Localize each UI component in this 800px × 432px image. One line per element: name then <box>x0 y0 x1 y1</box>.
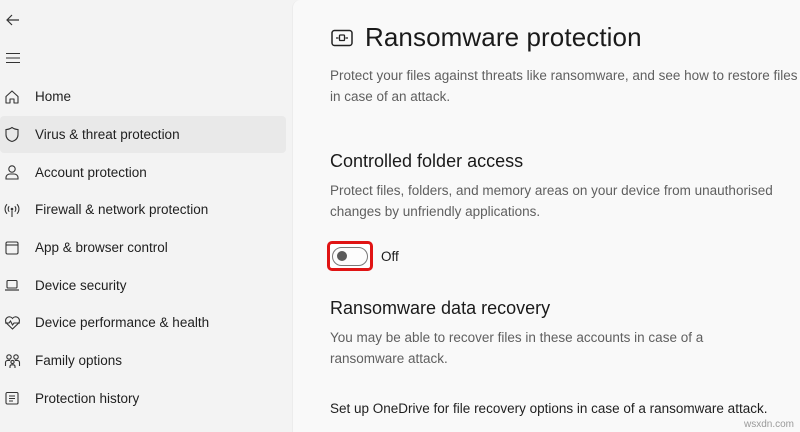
home-icon <box>2 87 22 107</box>
sidebar-item-label: Home <box>35 89 72 105</box>
data-recovery-description: You may be able to recover files in thes… <box>330 330 704 366</box>
back-button[interactable] <box>4 12 22 28</box>
controlled-folder-access-heading: Controlled folder access <box>330 151 524 171</box>
sidebar-item-label: Protection history <box>35 390 140 406</box>
heart-pulse-icon <box>2 313 22 333</box>
sidebar: Home Virus & threat protection Account p… <box>0 0 292 432</box>
laptop-icon <box>2 275 22 295</box>
main-panel: Ransomware protection Protect your files… <box>292 0 800 432</box>
toggle-state-label: Off <box>381 248 399 264</box>
app-window-icon <box>2 238 22 258</box>
controlled-folder-access-toggle[interactable] <box>332 246 368 266</box>
sidebar-item-label: App & browser control <box>35 240 168 256</box>
page-header: Ransomware protection <box>331 22 642 53</box>
ransomware-shield-icon <box>331 28 355 48</box>
sidebar-item-label: Family options <box>35 353 123 369</box>
sidebar-item-label: Device security <box>35 277 127 293</box>
sidebar-item-label: Account protection <box>35 164 147 180</box>
windows-security-window: Home Virus & threat protection Account p… <box>0 0 800 432</box>
toggle-knob <box>337 251 347 261</box>
family-icon <box>2 351 22 371</box>
sidebar-item-label: Virus & threat protection <box>35 127 180 143</box>
back-arrow-icon <box>6 14 20 26</box>
history-icon <box>2 388 22 408</box>
sidebar-nav: Home Virus & threat protection Account p… <box>0 78 292 417</box>
hamburger-menu-icon <box>6 52 20 64</box>
antenna-icon <box>2 200 22 220</box>
sidebar-item-virus-threat-protection[interactable]: Virus & threat protection <box>0 115 286 154</box>
sidebar-item-app-browser-control[interactable]: App & browser control <box>0 229 292 267</box>
shield-icon <box>2 125 22 145</box>
intro-text: Protect your files against threats like … <box>330 68 798 104</box>
menu-button[interactable] <box>4 50 22 66</box>
controlled-folder-access-description: Protect files, folders, and memory areas… <box>330 183 773 219</box>
controlled-folder-access-toggle-row: Off <box>327 241 399 271</box>
sidebar-item-device-performance-health[interactable]: Device performance & health <box>0 304 292 342</box>
sidebar-item-device-security[interactable]: Device security <box>0 266 292 304</box>
sidebar-item-label: Firewall & network protection <box>35 202 209 218</box>
sidebar-item-protection-history[interactable]: Protection history <box>0 380 292 418</box>
watermark: wsxdn.com <box>743 419 794 430</box>
sidebar-item-home[interactable]: Home <box>0 78 292 116</box>
sidebar-item-account-protection[interactable]: Account protection <box>0 153 292 191</box>
person-icon <box>2 162 22 182</box>
page-title: Ransomware protection <box>365 22 642 52</box>
sidebar-item-family-options[interactable]: Family options <box>0 342 292 380</box>
sidebar-item-firewall-network-protection[interactable]: Firewall & network protection <box>0 191 292 229</box>
sidebar-item-label: Device performance & health <box>35 315 210 331</box>
data-recovery-heading: Ransomware data recovery <box>330 298 551 318</box>
toggle-highlight-box <box>327 241 373 271</box>
onedrive-setup-text: Set up OneDrive for file recovery option… <box>330 401 768 416</box>
